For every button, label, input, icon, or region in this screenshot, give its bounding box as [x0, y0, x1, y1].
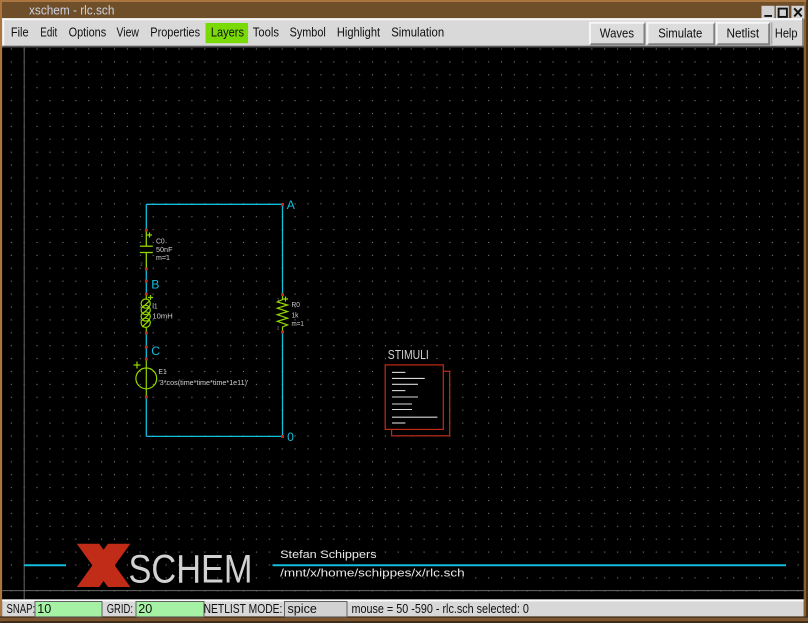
svg-text:/mnt/x/home/schippes/x/rlc.sch: /mnt/x/home/schippes/x/rlc.sch [280, 567, 465, 579]
svg-text:STIMULI: STIMULI [388, 347, 429, 362]
svg-text:Simulation: Simulation [391, 25, 444, 39]
svg-text:GRID:: GRID: [107, 602, 133, 616]
svg-text:Help: Help [775, 27, 798, 41]
svg-text:10mH: 10mH [152, 312, 172, 321]
svg-text:'3*cos(time*time*time*1e11)': '3*cos(time*time*time*1e11)' [158, 378, 249, 387]
svg-text:Netlist: Netlist [727, 27, 760, 41]
svg-text:1k: 1k [292, 310, 299, 319]
svg-text:NETLIST MODE:: NETLIST MODE: [204, 602, 283, 616]
svg-text:10: 10 [37, 602, 51, 616]
svg-text:Edit: Edit [40, 25, 57, 39]
svg-text:SNAP:: SNAP: [7, 602, 36, 616]
svg-text:Properties: Properties [150, 25, 200, 39]
svg-text:C: C [151, 344, 160, 358]
svg-text:B: B [151, 278, 159, 292]
svg-text:View: View [117, 25, 140, 39]
svg-text:20: 20 [138, 602, 152, 616]
svg-text:File: File [11, 25, 29, 39]
svg-text:Waves: Waves [600, 27, 634, 41]
svg-text:mouse = 50 -590 - rlc.sch sel: mouse = 50 -590 - rlc.sch selected: 0 [352, 602, 529, 616]
svg-text:Symbol: Symbol [290, 25, 326, 39]
svg-text:spice: spice [288, 602, 317, 616]
svg-text:xschem - rlc.sch: xschem - rlc.sch [29, 3, 114, 18]
svg-text:Options: Options [69, 25, 107, 39]
svg-text:R0: R0 [292, 300, 300, 309]
svg-text:Tools: Tools [253, 25, 279, 39]
svg-text:E1: E1 [158, 367, 166, 376]
svg-text:Stefan Schippers: Stefan Schippers [280, 549, 377, 561]
svg-text:0: 0 [287, 430, 294, 444]
svg-text:Highlight: Highlight [337, 25, 381, 39]
svg-text:l1: l1 [152, 301, 157, 310]
svg-text:A: A [287, 198, 296, 212]
svg-text:Simulate: Simulate [658, 27, 702, 41]
svg-text:m=1: m=1 [156, 253, 170, 262]
svg-text:Layers: Layers [211, 25, 244, 39]
svg-text:m=1: m=1 [292, 319, 304, 328]
svg-text:SCHEM: SCHEM [129, 548, 253, 592]
